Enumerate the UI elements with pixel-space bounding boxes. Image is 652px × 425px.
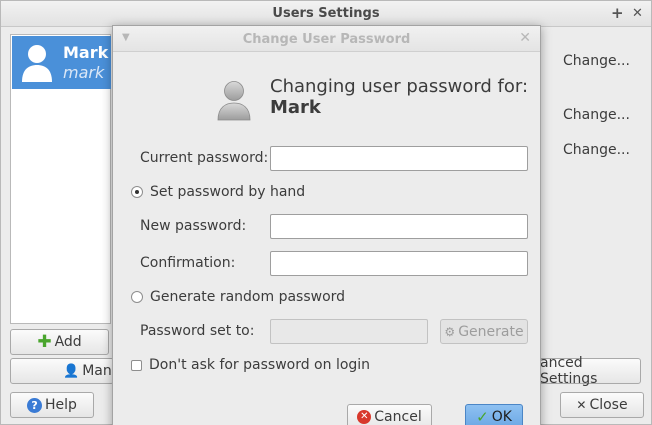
new-password-label: New password: [140,218,247,234]
help-button[interactable]: ? Help [10,392,94,418]
current-password-label: Current password: [140,150,269,166]
cancel-icon: ✕ [357,410,372,424]
confirmation-input[interactable] [270,251,528,276]
dialog-close-icon[interactable]: ✕ [519,30,531,46]
main-titlebar: Users Settings + ✕ [1,1,651,27]
users-icon: 👤 [63,363,80,379]
generate-button: ⚙ Generate [440,319,528,344]
maximize-button[interactable]: + [611,4,624,22]
generate-random-option[interactable]: Generate random password [131,289,345,305]
change-group-button[interactable]: Change... [563,107,630,123]
dont-ask-label: Don't ask for password on login [149,357,371,373]
ok-button[interactable]: ✓ OK [465,404,523,425]
dont-ask-checkbox[interactable] [131,359,142,371]
user-avatar-icon [22,45,52,82]
change-password-dialog: ▼ Change User Password ✕ Changing user p… [112,25,541,425]
set-by-hand-label: Set password by hand [150,184,306,200]
password-set-to-field [270,319,428,344]
user-list-item[interactable]: Mark mark [12,36,111,89]
user-avatar-icon [217,81,251,121]
manage-groups-button[interactable]: 👤 Mana [10,358,120,384]
change-fullname-button[interactable]: Change... [563,53,630,69]
generate-icon: ⚙ [444,324,456,339]
main-window-title: Users Settings [272,6,380,21]
cancel-button[interactable]: ✕ Cancel [347,404,432,425]
generate-random-radio[interactable] [131,291,143,303]
dialog-title: Change User Password [242,32,411,47]
set-by-hand-option[interactable]: Set password by hand [131,184,305,200]
current-password-input[interactable] [270,146,528,171]
cancel-button-label: Cancel [374,409,422,425]
set-by-hand-radio[interactable] [131,186,143,198]
check-icon: ✓ [476,408,489,425]
new-password-input[interactable] [270,214,528,239]
dont-ask-option[interactable]: Don't ask for password on login [131,357,370,373]
help-button-label: Help [45,397,77,413]
change-password-button[interactable]: Change... [563,142,630,158]
close-button-label: Close [589,397,628,413]
dialog-titlebar: ▼ Change User Password ✕ [113,26,540,52]
help-icon: ? [27,397,43,413]
password-set-to-label: Password set to: [140,323,255,339]
user-fullname: mark [63,63,105,82]
advanced-settings-button[interactable]: anced Settings [539,355,641,387]
confirmation-label: Confirmation: [140,255,236,271]
plus-icon: ✚ [37,331,52,352]
dialog-heading-user: Mark [270,97,321,118]
dialog-heading: Changing user password for: [270,76,529,97]
close-icon: ✕ [576,398,587,412]
user-username: Mark [63,43,109,62]
advanced-button-label: anced Settings [540,355,598,387]
generate-random-label: Generate random password [150,289,346,305]
close-button[interactable]: ✕ Close [560,392,644,418]
ok-button-label: OK [491,409,512,425]
add-button-label: Add [54,334,82,350]
close-window-button[interactable]: ✕ [632,6,643,21]
generate-button-label: Generate [458,323,524,340]
add-user-button[interactable]: ✚ Add [10,329,109,355]
user-list[interactable]: Mark mark [10,34,111,324]
